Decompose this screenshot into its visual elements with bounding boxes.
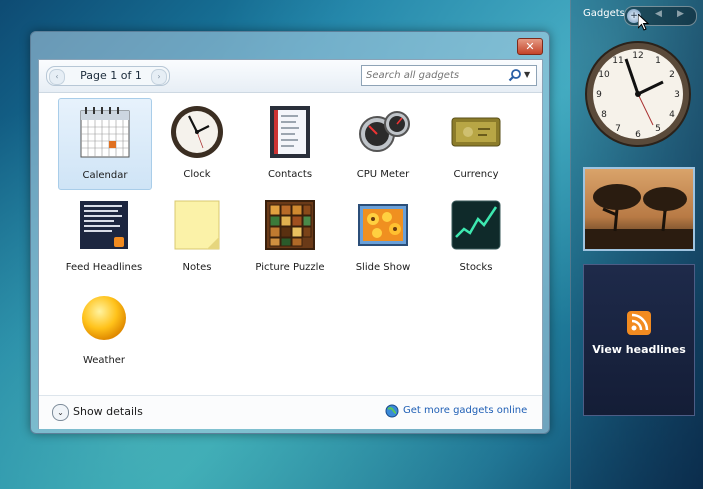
sidebar-nav: + ◀ ▶: [624, 6, 697, 26]
currency-icon: [451, 117, 501, 147]
gadget-label: Contacts: [267, 169, 313, 180]
svg-text:3: 3: [674, 90, 680, 100]
gadget-label: Stocks: [459, 262, 493, 273]
search-dropdown-button[interactable]: ▼: [524, 70, 530, 79]
gadget-gallery-dialog: ✕ ‹ Page 1 of 1 › ▼: [30, 31, 550, 434]
dialog-footer: ⌄ Show details Get more gadgets online: [39, 395, 542, 429]
get-more-gadgets-label[interactable]: Get more gadgets online: [403, 405, 527, 416]
gadget-label: Picture Puzzle: [255, 262, 325, 273]
sidebar-clock-gadget[interactable]: 12 12 3 45 6 78 9 1011: [583, 39, 693, 149]
svg-text:9: 9: [596, 90, 602, 100]
svg-text:12: 12: [632, 51, 643, 61]
svg-text:5: 5: [655, 124, 661, 134]
sidebar-prev-button[interactable]: ◀: [655, 9, 662, 19]
slide-show-icon: [358, 204, 408, 246]
search-box: ▼: [361, 65, 537, 86]
gadget-clock[interactable]: Clock: [151, 98, 243, 188]
clock-icon: [171, 106, 223, 158]
globe-icon: [385, 404, 399, 418]
rss-icon: [627, 311, 651, 335]
gadget-cpu-meter[interactable]: CPU Meter: [337, 98, 429, 188]
dialog-body: ‹ Page 1 of 1 › ▼: [38, 59, 543, 429]
gadget-label: Slide Show: [355, 262, 411, 273]
search-input[interactable]: [364, 67, 508, 83]
notes-icon: [174, 200, 220, 250]
svg-text:7: 7: [615, 124, 621, 134]
gadget-feed-headlines[interactable]: Feed Headlines: [58, 191, 150, 281]
search-icon[interactable]: [508, 68, 522, 82]
gadget-label: Weather: [82, 355, 126, 366]
dialog-titlebar[interactable]: ✕: [31, 32, 549, 55]
gadget-label: Clock: [183, 169, 211, 180]
slideshow-photo: [585, 169, 693, 249]
gadget-slide-show[interactable]: Slide Show: [337, 191, 429, 281]
gadget-label: Notes: [182, 262, 212, 273]
gallery-toolbar: ‹ Page 1 of 1 › ▼: [39, 60, 542, 93]
view-headlines-link[interactable]: View headlines: [584, 343, 694, 356]
gadget-grid: Calendar Clock Contacts CPU Meter Curren…: [55, 98, 535, 388]
sidebar-slideshow-gadget[interactable]: [583, 167, 695, 251]
svg-text:2: 2: [669, 70, 675, 80]
next-page-button[interactable]: ›: [151, 69, 167, 85]
gadget-label: CPU Meter: [356, 169, 410, 180]
sidebar-feed-gadget[interactable]: View headlines: [583, 264, 695, 416]
page-label: Page 1 of 1: [80, 69, 142, 82]
gadget-weather[interactable]: Weather: [58, 284, 150, 374]
svg-text:11: 11: [612, 56, 623, 66]
stocks-icon: [451, 200, 501, 250]
show-details-label[interactable]: Show details: [73, 405, 143, 418]
weather-icon: [82, 296, 126, 340]
gadget-notes[interactable]: Notes: [151, 191, 243, 281]
gadget-picture-puzzle[interactable]: Picture Puzzle: [244, 191, 336, 281]
feed-headlines-icon: [80, 201, 128, 249]
svg-text:10: 10: [598, 70, 610, 80]
calendar-icon: [80, 107, 130, 158]
close-button[interactable]: ✕: [517, 38, 543, 55]
contacts-icon: [270, 106, 310, 158]
pager: ‹ Page 1 of 1 ›: [46, 66, 170, 86]
svg-text:4: 4: [669, 110, 675, 120]
gadget-calendar[interactable]: Calendar: [58, 98, 152, 190]
gadget-label: Currency: [453, 169, 499, 180]
chevron-down-icon[interactable]: ⌄: [52, 404, 69, 421]
svg-text:1: 1: [655, 56, 661, 66]
gadget-label: Calendar: [82, 170, 128, 181]
gadget-contacts[interactable]: Contacts: [244, 98, 336, 188]
mouse-cursor-icon: [638, 14, 650, 31]
sidebar-next-button[interactable]: ▶: [677, 9, 684, 19]
cpu-meter-icon: [359, 111, 410, 152]
svg-text:6: 6: [635, 130, 641, 140]
gadget-label: Feed Headlines: [65, 262, 143, 273]
sidebar-title: Gadgets: [583, 8, 625, 19]
gadget-currency[interactable]: Currency: [430, 98, 522, 188]
picture-puzzle-icon: [265, 200, 315, 250]
svg-text:8: 8: [601, 110, 607, 120]
gadget-stocks[interactable]: Stocks: [430, 191, 522, 281]
prev-page-button[interactable]: ‹: [49, 69, 65, 85]
